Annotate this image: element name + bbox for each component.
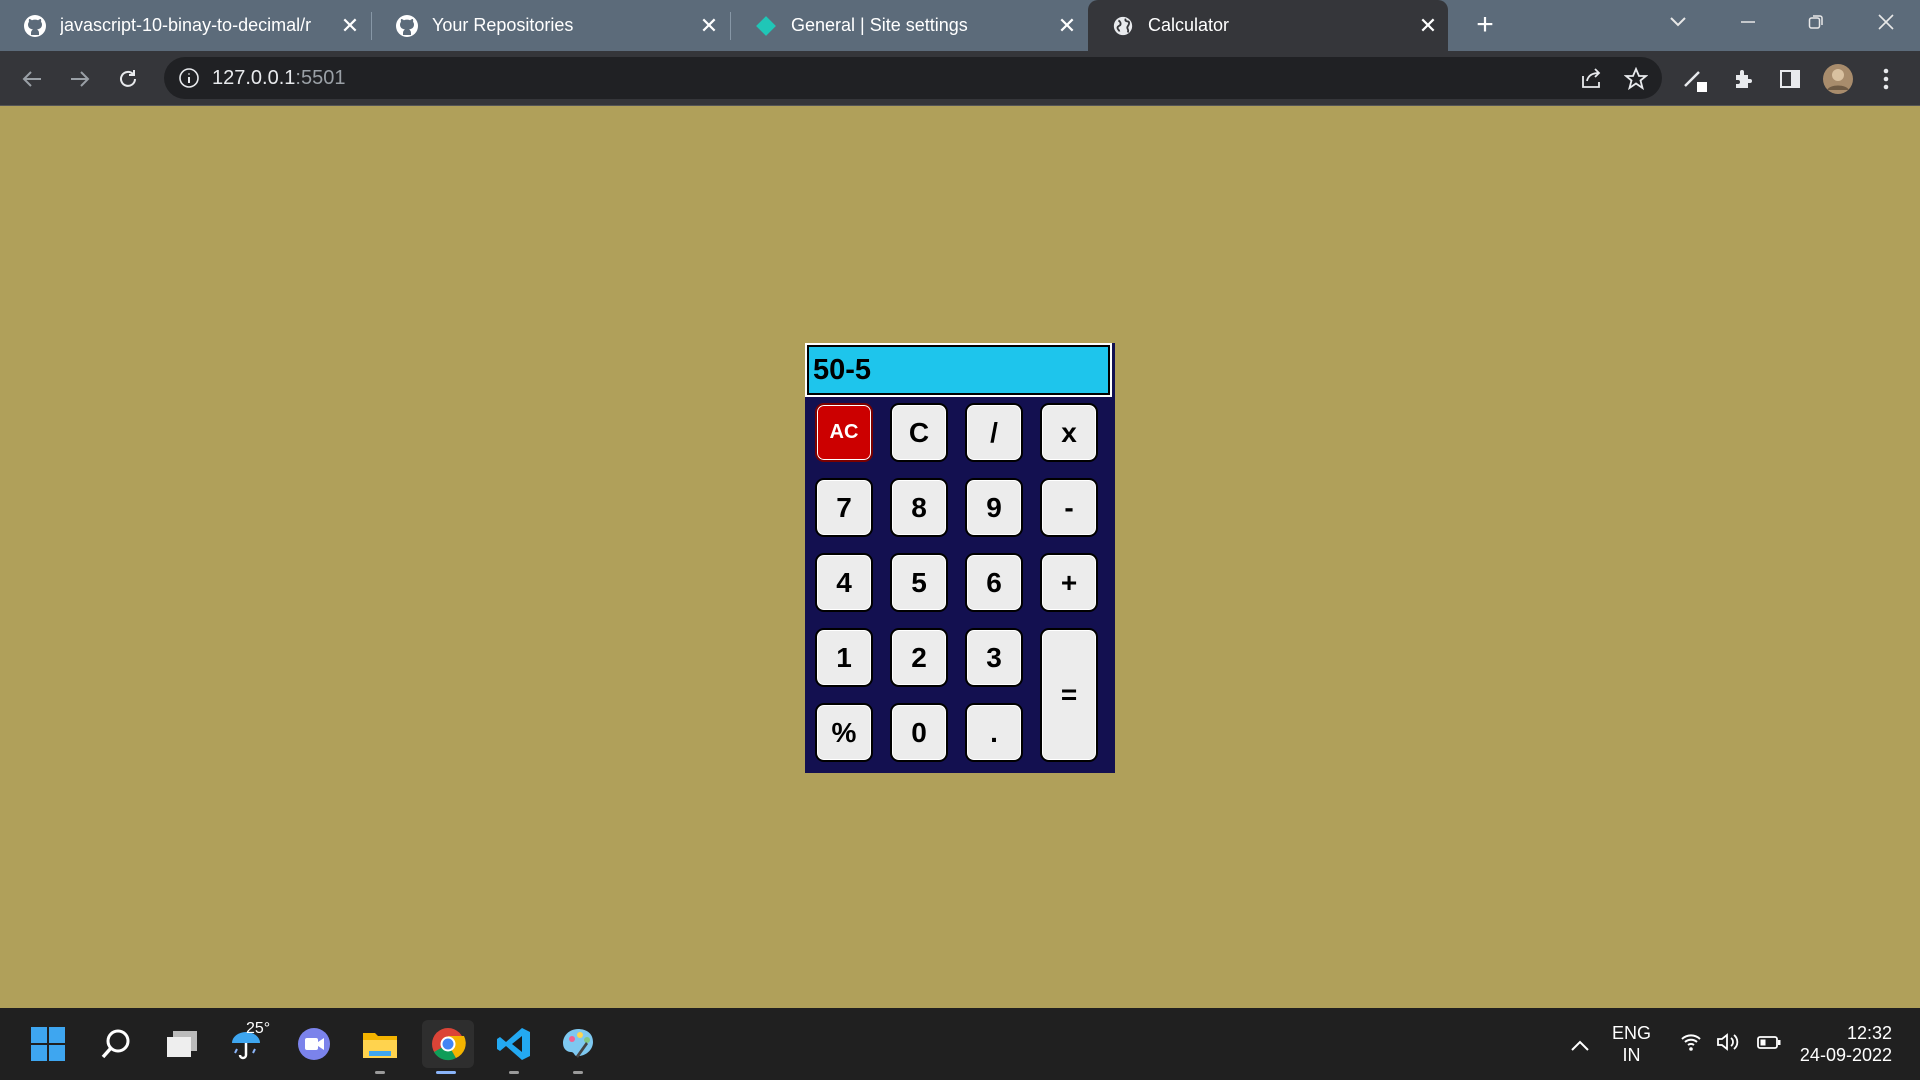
chrome-menu-icon[interactable] [1866,59,1906,99]
tab-github-binary[interactable]: javascript-10-binay-to-decimal/r ✕ [0,0,370,51]
calculator: 50-5 AC C / x 7 8 9 - 4 5 6 + 1 2 3 = % … [805,343,1115,773]
system-clock[interactable]: 12:32 24-09-2022 [1800,1022,1892,1066]
taskbar: 25° ENG IN 12:32 24-09-2022 [0,1008,1920,1080]
wifi-icon[interactable] [1680,1032,1702,1057]
tab-search-icon[interactable] [1650,0,1706,44]
running-indicator [375,1071,385,1074]
region-code: IN [1622,1045,1641,1065]
profile-avatar[interactable] [1818,59,1858,99]
tab-strip: javascript-10-binay-to-decimal/r ✕ Your … [0,0,1920,51]
teams-chat-icon[interactable] [290,1020,338,1068]
equals-button[interactable]: = [1040,628,1098,762]
url-port: :5501 [295,66,346,89]
toolbar-divider [0,105,1920,106]
temperature-label: 25° [246,1020,271,1037]
digit-8-button[interactable]: 8 [890,478,948,537]
file-explorer-icon[interactable] [356,1020,404,1074]
minus-button[interactable]: - [1040,478,1098,537]
vscode-icon[interactable] [490,1020,538,1074]
minimize-icon[interactable] [1720,0,1776,44]
clock-date: 24-09-2022 [1799,1045,1892,1065]
extensions-puzzle-icon[interactable] [1724,59,1764,99]
chrome-taskbar-icon[interactable] [422,1020,474,1074]
tab-calculator[interactable]: Calculator ✕ [1088,0,1448,51]
globe-icon [1110,13,1136,39]
decimal-point-button[interactable]: . [965,703,1023,762]
system-tray [1680,1032,1782,1057]
restore-icon[interactable] [1788,0,1844,44]
percent-button[interactable]: % [815,703,873,762]
close-tab-icon[interactable]: ✕ [1047,13,1087,39]
search-icon[interactable] [92,1020,140,1068]
url-host: 127.0.0.1 [212,66,296,89]
clear-button[interactable]: C [890,403,948,462]
battery-icon[interactable] [1756,1032,1782,1057]
bookmark-star-icon[interactable] [1623,66,1649,97]
github-icon [394,13,420,39]
digit-5-button[interactable]: 5 [890,553,948,612]
tab-your-repositories[interactable]: Your Repositories ✕ [372,0,729,51]
tab-title: Calculator [1148,15,1230,35]
share-icon[interactable] [1580,67,1604,95]
reload-icon[interactable] [108,59,148,99]
show-hidden-icons-chevron-icon[interactable] [1570,1032,1590,1058]
side-panel-icon[interactable] [1770,59,1810,99]
paint-palette-icon[interactable] [554,1020,602,1074]
running-indicator [436,1071,456,1074]
digit-1-button[interactable]: 1 [815,628,873,687]
tab-site-settings[interactable]: General | Site settings ✕ [731,0,1087,51]
digit-0-button[interactable]: 0 [890,703,948,762]
tab-title: javascript-10-binay-to-decimal/r [60,15,312,35]
close-window-icon[interactable] [1858,0,1914,44]
back-arrow-icon[interactable] [12,59,52,99]
address-bar[interactable]: 127.0.0.1:5501 [164,57,1662,99]
digit-4-button[interactable]: 4 [815,553,873,612]
input-language-indicator[interactable]: ENG IN [1612,1022,1651,1066]
task-view-icon[interactable] [158,1020,206,1068]
site-info-icon[interactable] [178,67,200,89]
pen-extension-icon[interactable] [1676,59,1716,99]
divide-button[interactable]: / [965,403,1023,462]
tab-title: General | Site settings [791,15,968,35]
new-tab-button[interactable]: + [1465,5,1505,45]
digit-2-button[interactable]: 2 [890,628,948,687]
calculator-display[interactable]: 50-5 [805,343,1112,397]
digit-9-button[interactable]: 9 [965,478,1023,537]
clock-time: 12:32 [1846,1023,1892,1043]
plus-button[interactable]: + [1040,553,1098,612]
forward-arrow-icon[interactable] [60,59,100,99]
start-windows-icon[interactable] [24,1020,72,1068]
digit-6-button[interactable]: 6 [965,553,1023,612]
volume-icon[interactable] [1716,1032,1742,1057]
digit-3-button[interactable]: 3 [965,628,1023,687]
multiply-button[interactable]: x [1040,403,1098,462]
github-icon [22,13,48,39]
browser-toolbar: 127.0.0.1:5501 [0,51,1920,106]
netlify-icon [753,13,779,39]
close-tab-icon[interactable]: ✕ [1408,13,1448,39]
digit-7-button[interactable]: 7 [815,478,873,537]
tab-title: Your Repositories [432,15,574,35]
language-code: ENG [1612,1023,1652,1043]
all-clear-button[interactable]: AC [815,403,873,462]
running-indicator [509,1071,519,1074]
close-tab-icon[interactable]: ✕ [330,13,370,39]
running-indicator [573,1071,583,1074]
close-tab-icon[interactable]: ✕ [689,13,729,39]
